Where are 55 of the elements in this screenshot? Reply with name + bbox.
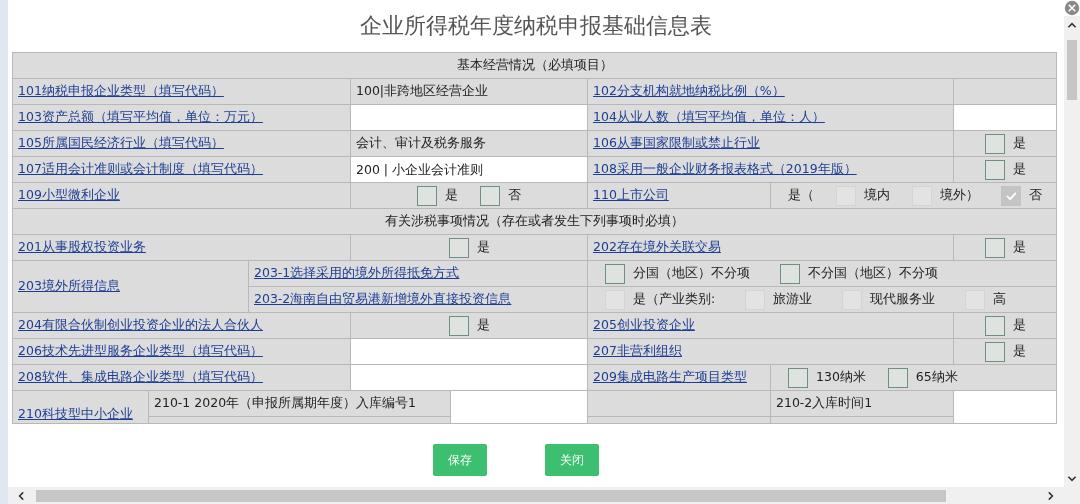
dialog-title: 企业所得税年度纳税申报基础信息表: [360, 12, 712, 40]
checkbox-label: 是: [1012, 239, 1026, 256]
input-field[interactable]: [350, 104, 588, 131]
section-heading: 有关涉税事项情况（存在或者发生下列事项时必填）: [12, 208, 1057, 235]
checkbox[interactable]: [417, 185, 437, 206]
input-field[interactable]: [350, 364, 588, 391]
checkbox[interactable]: [788, 367, 808, 388]
checkbox-label: 旅游业: [773, 291, 813, 308]
checkbox-label: 境内: [864, 187, 890, 204]
checkbox-label: 是: [476, 317, 490, 334]
field-label-link[interactable]: 207非营利组织: [593, 343, 682, 358]
input-field[interactable]: 200 | 小企业会计准则: [350, 156, 588, 183]
checkbox[interactable]: [448, 237, 469, 258]
field-label: 210-1 2020年（申报所属期年度）入库编号1: [154, 395, 417, 410]
input-field[interactable]: [953, 390, 1057, 424]
checkbox-label: 是: [445, 187, 458, 204]
field-label: 210-2入库时间1: [776, 395, 873, 410]
checkbox[interactable]: [984, 315, 1005, 336]
checkbox-label: 是: [1012, 343, 1026, 360]
checkbox-label: 是: [1012, 161, 1026, 178]
checkbox[interactable]: [887, 367, 908, 388]
checkbox[interactable]: [605, 263, 625, 284]
input-field[interactable]: 200 | 小企业会计准则: [356, 162, 496, 178]
checkbox-label: 是（产业类别:: [633, 291, 716, 308]
section-heading: 基本经营情况（必填项目）: [12, 52, 1057, 79]
checkbox[interactable]: [448, 315, 469, 336]
checkbox-label: 不分国（地区）不分项: [808, 265, 938, 282]
checkbox[interactable]: [480, 185, 500, 206]
scrollbar-thumb[interactable]: [1067, 40, 1077, 100]
checkbox-label: 分国（地区）不分项: [633, 265, 750, 282]
checkbox[interactable]: [984, 133, 1005, 154]
input-field[interactable]: [350, 338, 588, 365]
checkbox-label: 境外）: [940, 187, 979, 204]
field-label-link[interactable]: 202存在境外关联交易: [593, 239, 721, 254]
input-field[interactable]: [450, 390, 588, 424]
checkbox[interactable]: [984, 237, 1005, 258]
field-label-link[interactable]: 203境外所得信息: [18, 278, 120, 293]
checkbox-label: 65纳米: [915, 369, 958, 386]
input-field[interactable]: [953, 104, 1057, 131]
field-label-link[interactable]: 109小型微利企业: [18, 187, 120, 202]
checkbox[interactable]: [780, 263, 800, 284]
option-text: 是（: [788, 187, 814, 204]
field-label-link[interactable]: 205创业投资企业: [593, 317, 695, 332]
checkbox-label: 现代服务业: [870, 291, 936, 308]
checkbox-label: 高: [993, 291, 1007, 308]
checkbox-label: 是: [1012, 317, 1026, 334]
checkbox-label: 130纳米: [816, 369, 866, 386]
checkbox-label: 是: [1012, 135, 1026, 152]
checkbox-label: 否: [508, 187, 521, 204]
field-value: 100|非跨地区经营企业: [356, 83, 489, 98]
checkbox-label: 否: [1029, 187, 1042, 204]
checkbox[interactable]: [984, 341, 1005, 362]
field-value: 会计、审计及税务服务: [356, 135, 486, 150]
checkbox-label: 是: [476, 239, 490, 256]
checkbox[interactable]: [984, 159, 1005, 180]
